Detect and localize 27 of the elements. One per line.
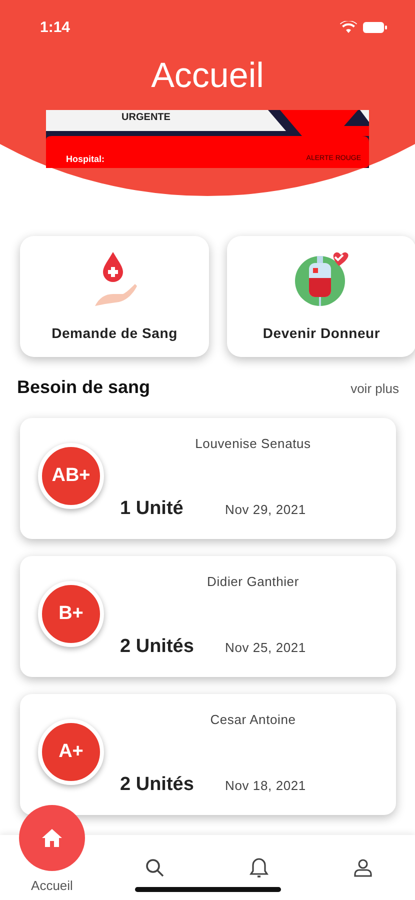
donor-name: Louvenise Senatus bbox=[194, 436, 312, 451]
home-icon bbox=[41, 828, 63, 848]
request-date: Nov 29, 2021 bbox=[225, 502, 306, 517]
request-date: Nov 18, 2021 bbox=[225, 778, 306, 793]
profile-icon bbox=[353, 858, 373, 878]
see-more-link[interactable]: voir plus bbox=[350, 381, 399, 396]
request-date: Nov 25, 2021 bbox=[225, 640, 306, 655]
status-time: 1:14 bbox=[40, 18, 70, 36]
donor-name: Cesar Antoine bbox=[209, 712, 297, 727]
wifi-icon bbox=[340, 21, 357, 33]
donor-name: Didier Ganthier bbox=[206, 574, 300, 589]
units-count: 2 Unités bbox=[120, 636, 194, 658]
section-title: Besoin de sang bbox=[17, 377, 150, 398]
bell-icon bbox=[249, 856, 269, 878]
search-icon bbox=[145, 858, 165, 878]
request-card[interactable]: AB+ Louvenise Senatus 1 Unité Nov 29, 2021 bbox=[20, 418, 396, 539]
blood-drop-hand-icon bbox=[92, 250, 136, 308]
blood-bag-icon bbox=[292, 250, 350, 308]
banner-heading: URGENTE bbox=[120, 112, 172, 123]
request-card[interactable]: A+ Cesar Antoine 2 Unités Nov 18, 2021 bbox=[20, 694, 396, 815]
units-count: 2 Unités bbox=[120, 774, 194, 796]
page-title: Accueil bbox=[150, 56, 265, 96]
request-card[interactable]: B+ Didier Ganthier 2 Unités Nov 25, 2021 bbox=[20, 556, 396, 677]
action-card[interactable]: Devenir Donneur bbox=[227, 236, 415, 357]
units-count: 1 Unité bbox=[120, 498, 184, 520]
banner-label: Hospital: bbox=[66, 154, 105, 164]
action-card[interactable]: Demande de Sang bbox=[20, 236, 209, 357]
